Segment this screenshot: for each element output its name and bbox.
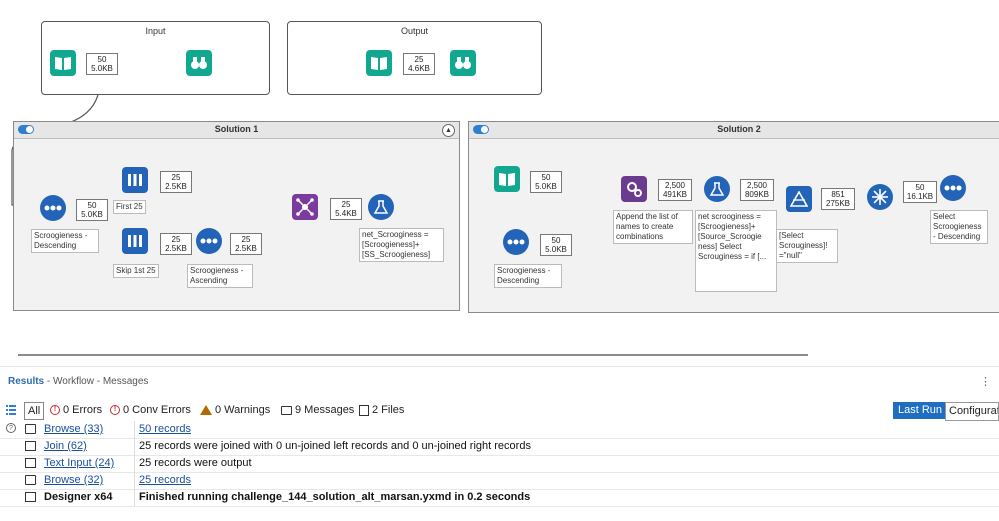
filter-conv-errors-button[interactable]: ! 0 Conv Errors [110, 402, 191, 418]
sort-tool-icon[interactable] [503, 229, 529, 255]
append-fields-tool-icon[interactable] [621, 176, 647, 202]
sample-tool-icon[interactable] [122, 228, 148, 254]
configuration-button[interactable]: Configurati [945, 402, 999, 421]
table-row[interactable]: Join (62) 25 records were joined with 0 … [0, 438, 999, 456]
sort-tool-icon[interactable] [196, 228, 222, 254]
skip-annotation: Skip 1st 25 [113, 264, 159, 278]
table-row[interactable]: Designer x64 Finished running challenge_… [0, 489, 999, 507]
solution-1-header[interactable]: Solution 1 ▲ [14, 122, 459, 139]
filter-record-badge: 851 275KB [821, 188, 855, 210]
file-icon [25, 475, 36, 485]
tool-link[interactable]: Browse (33) [44, 423, 103, 435]
workflow-canvas[interactable]: Input 50 5.0KB Output 25 4.6KB Solution … [0, 0, 999, 352]
more-options-icon[interactable]: ⋮ [980, 375, 991, 388]
s2-sort-badge: 50 5.0KB [540, 234, 572, 256]
sort-record-badge: 50 5.0KB [76, 199, 108, 221]
text-input-tool-icon[interactable] [366, 50, 392, 76]
unique-tool-icon[interactable] [867, 184, 893, 210]
table-row[interactable]: Browse (33) 50 records [0, 421, 999, 439]
sort-tool-icon[interactable] [40, 195, 66, 221]
message-icon [25, 458, 36, 468]
output-container-title: Output [400, 26, 429, 36]
collapse-icon[interactable]: ▲ [442, 124, 455, 137]
tool-link[interactable]: Text Input (24) [44, 457, 114, 469]
tool-link[interactable]: Join (62) [44, 440, 87, 452]
list-view-icon[interactable] [6, 405, 16, 415]
sort-tool-icon[interactable] [940, 175, 966, 201]
formula-tool-icon[interactable] [704, 176, 730, 202]
message-icon [25, 492, 36, 502]
results-header: Results - Workflow - Messages [8, 376, 148, 387]
warning-icon [200, 405, 212, 415]
text-input-tool-icon[interactable] [50, 50, 76, 76]
results-filter-bar: All ! 0 Errors ! 0 Conv Errors 0 Warnings … [0, 402, 999, 421]
join-tool-icon[interactable] [292, 194, 318, 220]
file-icon [25, 424, 36, 434]
error-icon: ! [50, 405, 60, 415]
final-sort-annotation: Select Scroogieness - Descending [930, 210, 988, 244]
filter-messages-button[interactable]: 9 Messages [281, 402, 354, 418]
append-record-badge: 2,500 491KB [658, 179, 692, 201]
unique-record-badge: 50 16.1KB [903, 181, 937, 203]
filter-annotation: [Select Scrouginess]! ="null" [776, 229, 838, 263]
sample-tool-icon[interactable] [122, 167, 148, 193]
formula-tool-icon[interactable] [368, 194, 394, 220]
join-record-badge: 25 5.4KB [330, 198, 362, 220]
append-annotation: Append the list of names to create combi… [613, 210, 693, 244]
results-title: Results [8, 376, 45, 387]
file-icon [359, 404, 369, 416]
panel-splitter[interactable] [0, 352, 999, 366]
input-container-title: Input [145, 26, 166, 36]
message-icon [25, 441, 36, 451]
asc-annotation: Scroogieness - Ascending [187, 264, 253, 288]
formula-annotation: net_Scrooginess = [Scroogieness]+ [SS_Sc… [359, 228, 444, 262]
message-text: 25 records were joined with 0 un-joined … [139, 440, 531, 452]
s2-formula-annotation: net scrooginess = [Scroogieness]+ [Sourc… [695, 210, 777, 292]
filter-errors-button[interactable]: ! 0 Errors [50, 402, 102, 418]
table-row[interactable]: Text Input (24) 25 records were output [0, 455, 999, 473]
input-record-badge: 50 5.0KB [86, 53, 118, 75]
last-run-button[interactable]: Last Run [892, 402, 947, 419]
formula-record-badge: 2,500 809KB [740, 179, 774, 201]
solution-2-header[interactable]: Solution 2 [469, 122, 999, 139]
filter-tool-icon[interactable] [786, 186, 812, 212]
conversion-error-icon: ! [110, 405, 120, 415]
text-input-tool-icon[interactable] [494, 166, 520, 192]
solution-1-title: Solution 1 [214, 124, 259, 134]
filter-files-button[interactable]: 2 Files [359, 402, 404, 418]
s2-input-badge: 50 5.0KB [530, 171, 562, 193]
message-text: Finished running challenge_144_solution_… [139, 491, 531, 503]
sort-annotation: Scroogieness - Descending [31, 229, 99, 253]
output-record-badge: 25 4.6KB [403, 53, 435, 75]
tool-name: Designer x64 [44, 491, 113, 503]
filter-all-button[interactable]: All [24, 402, 45, 420]
results-subtitle: - Workflow - Messages [44, 376, 149, 387]
table-row[interactable]: Browse (32) 25 records [0, 472, 999, 490]
message-link[interactable]: 25 records [139, 474, 191, 486]
filter-warnings-button[interactable]: 0 Warnings [200, 402, 270, 418]
results-panel: Results - Workflow - Messages ⋮ All ! 0 E… [0, 366, 999, 521]
s2-sort-annotation: Scroogieness - Descending [494, 264, 562, 288]
first-annotation: First 25 [113, 200, 146, 214]
browse-tool-icon[interactable] [450, 50, 476, 76]
message-text: 25 records were output [139, 457, 252, 469]
skip-record-badge: 25 2.5KB [160, 233, 192, 255]
message-link[interactable]: 50 records [139, 423, 191, 435]
message-icon [281, 405, 292, 415]
tool-link[interactable]: Browse (32) [44, 474, 103, 486]
solution-2-title: Solution 2 [717, 124, 761, 134]
first-record-badge: 25 2.5KB [160, 171, 192, 193]
asc-record-badge: 25 2.5KB [230, 233, 262, 255]
browse-tool-icon[interactable] [186, 50, 212, 76]
